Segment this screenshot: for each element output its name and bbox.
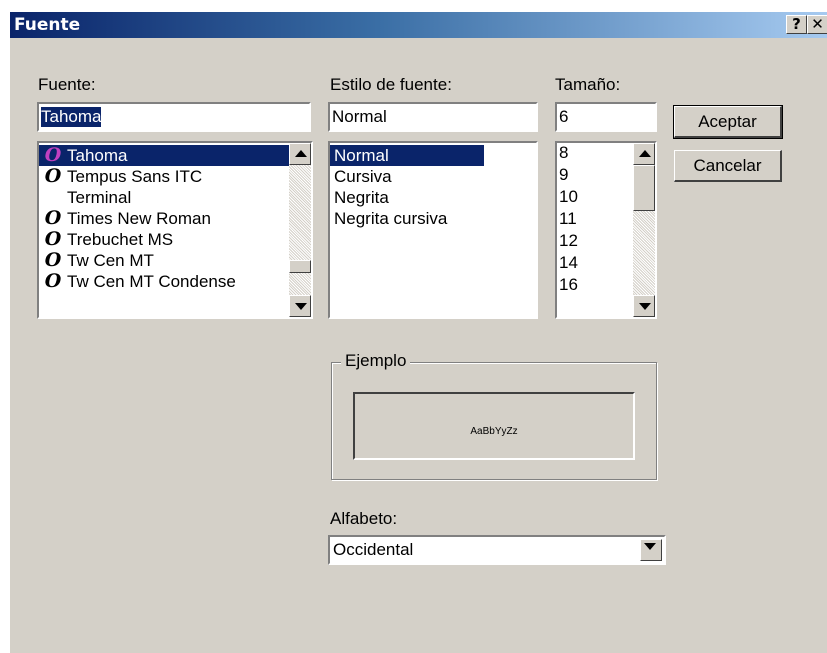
size-list-item[interactable]: 16	[557, 275, 578, 296]
scroll-down-button[interactable]	[633, 295, 655, 317]
size-list-item[interactable]: 11	[557, 209, 577, 230]
size-list-item-label: 16	[559, 275, 578, 294]
scroll-thumb[interactable]	[289, 260, 311, 273]
font-list-item-label: Tahoma	[67, 146, 128, 165]
style-value: Normal	[332, 107, 387, 126]
size-list-item-label: 9	[559, 165, 569, 184]
style-list-item[interactable]: Negrita	[330, 187, 484, 208]
style-input[interactable]: Normal	[328, 102, 538, 132]
scroll-up-button[interactable]	[633, 143, 655, 165]
size-list-item-label: 12	[559, 231, 578, 250]
font-list-item[interactable]: Terminal	[39, 187, 289, 208]
font-list-item[interactable]: O Trebuchet MS	[39, 229, 289, 250]
size-list-item[interactable]: 8	[557, 143, 568, 164]
opentype-icon: O	[44, 228, 62, 250]
font-list-item[interactable]: O Tahoma	[39, 145, 289, 166]
font-list-item-label: Trebuchet MS	[67, 230, 174, 249]
style-list-item-label: Negrita	[334, 188, 389, 207]
size-value: 6	[559, 107, 569, 126]
chevron-down-icon	[644, 543, 656, 550]
arrow-up-icon	[639, 150, 651, 157]
size-list-item-label: 10	[559, 187, 578, 206]
size-list-item-label: 11	[559, 209, 577, 228]
font-list-item-label: Terminal	[67, 188, 132, 207]
close-button[interactable]: ✕	[807, 15, 827, 34]
scroll-down-button[interactable]	[289, 295, 311, 317]
size-list-item[interactable]: 9	[557, 165, 568, 186]
style-label: Estilo de fuente:	[330, 75, 452, 94]
font-name-input[interactable]: Tahoma	[37, 102, 311, 132]
size-list[interactable]: 8 9 10 11 12 14 16	[555, 141, 657, 319]
font-list-item-label: Tw Cen MT	[67, 251, 154, 270]
opentype-icon: O	[44, 207, 62, 229]
sample-group-label: Ejemplo	[341, 351, 411, 371]
opentype-icon: O	[44, 144, 62, 166]
arrow-up-icon	[295, 150, 307, 157]
size-label: Tamaño:	[555, 75, 621, 94]
style-list-item[interactable]: Cursiva	[330, 166, 484, 187]
font-list[interactable]: O Tahoma O Tempus Sans ITC Terminal O Times Ne…	[37, 141, 313, 319]
font-list-item[interactable]: O Tw Cen MT Condense	[39, 271, 289, 292]
cancel-button[interactable]: Cancelar	[674, 150, 782, 182]
font-list-item[interactable]: O Tempus Sans ITC	[39, 166, 289, 187]
arrow-down-icon	[639, 303, 651, 310]
scroll-up-button[interactable]	[289, 143, 311, 165]
font-label: Fuente:	[38, 75, 96, 94]
font-list-scrollbar[interactable]	[289, 143, 311, 317]
help-button[interactable]: ?	[786, 15, 807, 34]
sample-preview: AaBbYyZz	[353, 392, 635, 460]
font-dialog: Fuente ? ✕ Fuente: Tahoma O Tahoma O Tempus…	[10, 12, 827, 653]
style-list-item-label: Cursiva	[334, 167, 392, 186]
opentype-icon: O	[44, 165, 62, 187]
size-list-item[interactable]: 12	[557, 231, 578, 252]
opentype-icon: O	[44, 270, 62, 292]
size-list-item[interactable]: 14	[557, 253, 578, 274]
font-list-item[interactable]: O Tw Cen MT	[39, 250, 289, 271]
script-label: Alfabeto:	[330, 509, 398, 528]
script-select[interactable]: Occidental	[328, 535, 666, 565]
style-list-item[interactable]: Negrita cursiva	[330, 208, 484, 229]
font-list-item-label: Tempus Sans ITC	[67, 167, 203, 186]
font-list-item[interactable]: O Times New Roman	[39, 208, 289, 229]
font-list-item-label: Tw Cen MT Condense	[67, 272, 236, 291]
opentype-icon: O	[44, 249, 62, 271]
style-list-item-label: Normal	[334, 146, 389, 165]
scroll-thumb[interactable]	[633, 165, 655, 211]
font-list-item-label: Times New Roman	[67, 209, 211, 228]
size-list-scrollbar[interactable]	[633, 143, 655, 317]
size-input[interactable]: 6	[555, 102, 657, 132]
size-list-item-label: 8	[559, 143, 569, 162]
style-list[interactable]: Normal Cursiva Negrita Negrita cursiva	[328, 141, 538, 319]
dropdown-button[interactable]	[640, 539, 662, 561]
size-list-item[interactable]: 10	[557, 187, 578, 208]
title-bar[interactable]: Fuente ? ✕	[10, 12, 827, 38]
ok-button[interactable]: Aceptar	[673, 105, 783, 139]
size-list-item-label: 14	[559, 253, 578, 272]
arrow-down-icon	[295, 303, 307, 310]
style-list-item-label: Negrita cursiva	[334, 209, 448, 228]
script-value: Occidental	[333, 540, 414, 559]
sample-text: AaBbYyZz	[470, 426, 518, 437]
style-list-item[interactable]: Normal	[330, 145, 484, 166]
font-name-value: Tahoma	[41, 107, 102, 127]
window-title: Fuente	[14, 15, 81, 35]
